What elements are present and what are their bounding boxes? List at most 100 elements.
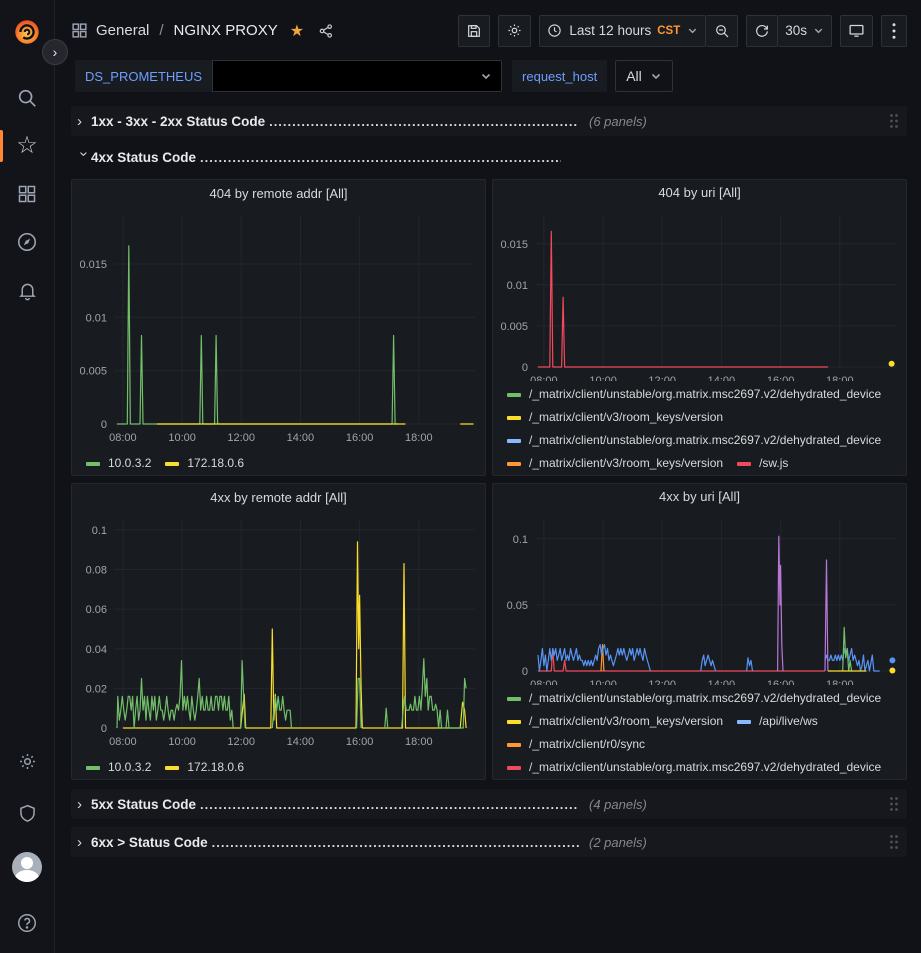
legend-item[interactable]: 10.0.3.2	[86, 452, 151, 475]
panel-title[interactable]: 404 by uri [All]	[493, 180, 906, 205]
grafana-app: ☆ ›	[0, 0, 921, 953]
panel-legend: 10.0.3.2 172.18.0.6	[72, 446, 485, 475]
grafana-logo[interactable]	[7, 12, 47, 52]
sidebar: ☆ ›	[0, 0, 55, 953]
svg-text:18:00: 18:00	[405, 432, 433, 444]
breadcrumb-section[interactable]: General	[96, 22, 149, 39]
legend-item[interactable]: /_matrix/client/unstable/org.matrix.msc2…	[507, 429, 881, 452]
dashboard-title[interactable]: NGINX PROXY	[174, 22, 278, 39]
sidebar-bottom	[7, 741, 47, 943]
legend-item[interactable]: /_matrix/client/v3/room_keys/version	[507, 406, 723, 429]
row-title: 5xx Status Code	[91, 797, 196, 812]
svg-text:14:00: 14:00	[287, 736, 315, 748]
drag-handle-icon[interactable]	[889, 834, 899, 850]
legend-swatch	[86, 766, 100, 770]
legend-swatch	[507, 743, 521, 747]
svg-text:0.005: 0.005	[500, 321, 528, 333]
row-header-1xx-3xx-2xx[interactable]: › 1xx - 3xx - 2xx Status Code ..........…	[71, 106, 907, 136]
svg-text:14:00: 14:00	[287, 432, 315, 444]
legend-label: /_matrix/client/r0/sync	[529, 733, 645, 756]
panel-title[interactable]: 4xx by remote addr [All]	[72, 484, 485, 510]
legend-item[interactable]: /_matrix/client/unstable/org.matrix.msc2…	[507, 756, 881, 779]
legend-item[interactable]: 172.18.0.6	[165, 756, 244, 779]
svg-text:0.005: 0.005	[79, 366, 107, 378]
legend-item[interactable]: /_matrix/client/v3/room_keys/version	[507, 452, 723, 475]
datasource-variable-value[interactable]	[212, 60, 502, 92]
row-header-6xx[interactable]: › 6xx > Status Code ....................…	[71, 827, 907, 857]
time-range-picker[interactable]: Last 12 hours CST	[539, 15, 706, 47]
leader-dots: ........................................…	[200, 797, 579, 812]
legend-item[interactable]: 172.18.0.6	[165, 452, 244, 475]
explore-icon[interactable]	[7, 222, 47, 262]
clock-icon	[547, 23, 562, 38]
svg-text:0.015: 0.015	[79, 259, 107, 271]
panel-legend: /_matrix/client/unstable/org.matrix.msc2…	[493, 685, 906, 779]
empty-space	[71, 865, 907, 953]
tv-cycle-view-button[interactable]	[840, 15, 873, 47]
svg-text:10:00: 10:00	[168, 432, 196, 444]
refresh-interval-picker[interactable]: 30s	[778, 15, 832, 47]
row-header-4xx[interactable]: › 4xx Status Code ......................…	[71, 144, 907, 170]
sidebar-expand-button[interactable]: ›	[42, 39, 68, 65]
chevron-right-icon: ›	[77, 834, 91, 851]
timeseries-chart: 08:0010:0012:0014:0016:0018:0000.020.040…	[72, 510, 482, 750]
legend-label: /_matrix/client/v3/room_keys/version	[529, 710, 723, 733]
dashboard-body: › 1xx - 3xx - 2xx Status Code ..........…	[55, 100, 921, 953]
legend-item[interactable]: /_matrix/client/unstable/org.matrix.msc2…	[507, 687, 881, 710]
row-title: 4xx Status Code	[91, 150, 196, 165]
help-icon[interactable]	[7, 903, 47, 943]
dashboard-settings-button[interactable]	[498, 15, 531, 47]
svg-text:0: 0	[522, 362, 528, 374]
request-host-variable-value[interactable]: All	[615, 60, 673, 92]
panel-legend: /_matrix/client/unstable/org.matrix.msc2…	[493, 381, 906, 475]
legend-item[interactable]: /sw.js	[737, 452, 788, 475]
row-panel-count: (2 panels)	[589, 835, 647, 850]
refresh-controls: 30s	[746, 15, 832, 47]
legend-item[interactable]: /_matrix/client/r0/sync	[507, 733, 645, 756]
breadcrumb-divider: /	[159, 22, 163, 39]
refresh-button[interactable]	[746, 15, 778, 47]
share-icon[interactable]	[318, 23, 334, 39]
drag-handle-icon[interactable]	[889, 796, 899, 812]
starred-icon[interactable]: ☆	[7, 126, 47, 166]
legend-label: 10.0.3.2	[108, 756, 151, 779]
alerting-icon[interactable]	[7, 270, 47, 310]
kebab-menu-button[interactable]	[881, 15, 907, 47]
legend-label: /_matrix/client/unstable/org.matrix.msc2…	[529, 687, 881, 710]
server-admin-icon[interactable]	[7, 793, 47, 833]
svg-text:0.02: 0.02	[86, 683, 107, 695]
profile-avatar[interactable]	[7, 847, 47, 887]
legend-swatch	[165, 462, 179, 466]
legend-swatch	[737, 720, 751, 724]
legend-item[interactable]: /_matrix/client/v3/room_keys/version	[507, 710, 723, 733]
row-header-5xx[interactable]: › 5xx Status Code ......................…	[71, 789, 907, 819]
svg-text:0.08: 0.08	[86, 565, 107, 577]
favorite-star-icon[interactable]: ★	[290, 21, 304, 41]
search-icon[interactable]	[7, 78, 47, 118]
chevron-down-icon: ›	[76, 151, 93, 165]
legend-item[interactable]: /_matrix/client/unstable/org.matrix.msc2…	[507, 383, 881, 406]
legend-item[interactable]: /api/live/ws	[737, 710, 818, 733]
save-dashboard-button[interactable]	[458, 15, 490, 47]
legend-swatch	[507, 697, 521, 701]
svg-text:0.01: 0.01	[86, 312, 107, 324]
request-host-value-text: All	[626, 68, 642, 84]
svg-text:0.04: 0.04	[86, 644, 107, 656]
legend-item[interactable]: 10.0.3.2	[86, 756, 151, 779]
chevron-down-icon	[687, 25, 698, 36]
legend-label: 172.18.0.6	[187, 756, 244, 779]
chevron-down-icon	[480, 70, 492, 82]
panel-title[interactable]: 404 by remote addr [All]	[72, 180, 485, 206]
request-host-variable-label[interactable]: request_host	[512, 60, 607, 92]
zoom-out-time-button[interactable]	[706, 15, 738, 47]
leader-dots: ........................................…	[212, 835, 579, 850]
svg-text:08:00: 08:00	[109, 736, 137, 748]
legend-swatch	[86, 462, 100, 466]
time-range-label: Last 12 hours	[569, 23, 651, 38]
drag-handle-icon[interactable]	[889, 113, 899, 129]
panel-title[interactable]: 4xx by uri [All]	[493, 484, 906, 509]
datasource-variable-label[interactable]: DS_PROMETHEUS	[75, 60, 212, 92]
dashboards-icon[interactable]	[7, 174, 47, 214]
row-panel-count: (4 panels)	[589, 797, 647, 812]
configuration-icon[interactable]	[7, 741, 47, 781]
